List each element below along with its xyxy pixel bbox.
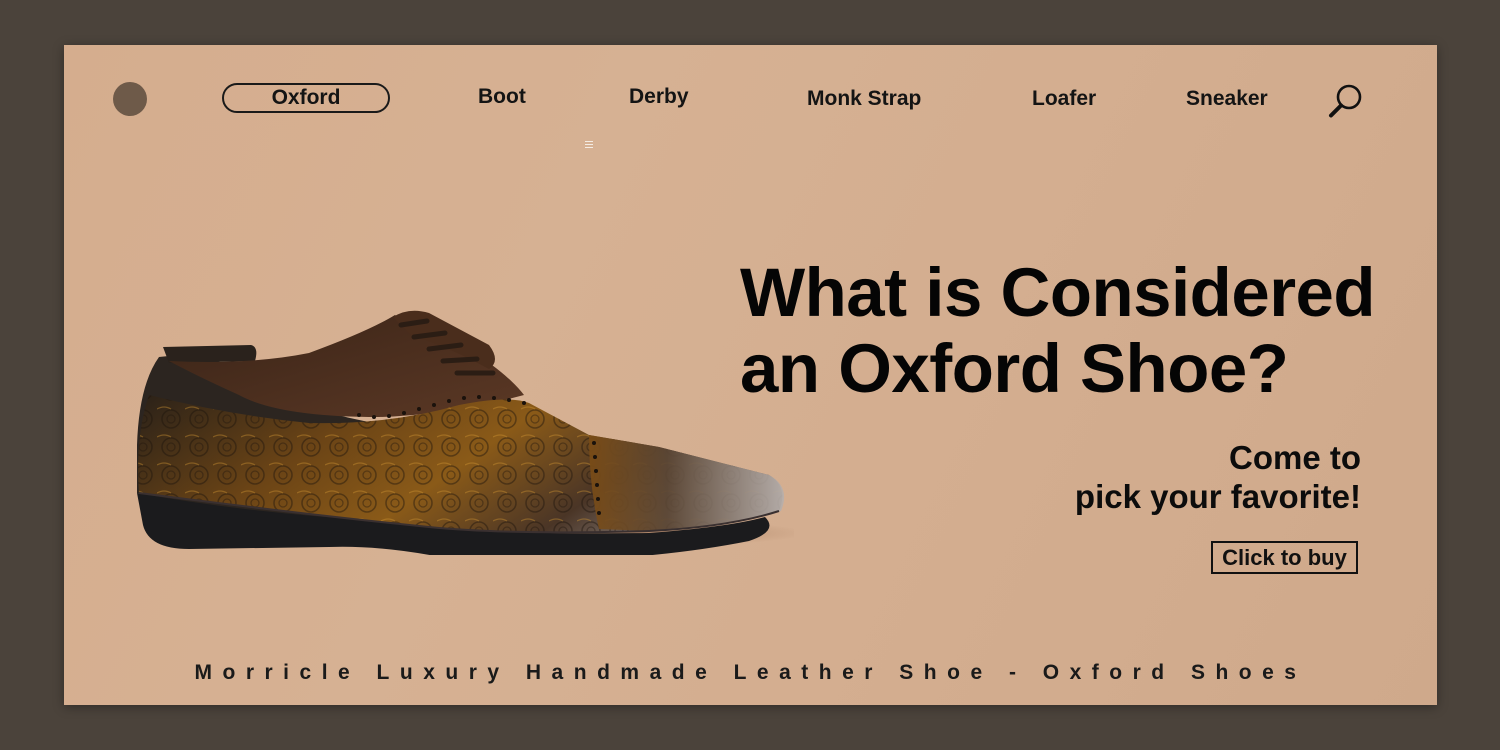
hero-title-line-2: an Oxford Shoe? — [740, 330, 1289, 407]
brand-logo[interactable] — [113, 82, 147, 116]
nav-item-boot[interactable]: Boot — [478, 85, 526, 109]
hero-subtitle: Come to pick your favorite! — [1075, 438, 1361, 516]
hero-subtitle-line-1: Come to — [1229, 439, 1361, 476]
nav-item-monk-strap[interactable]: Monk Strap — [807, 87, 921, 111]
search-icon[interactable] — [1326, 81, 1366, 121]
footer-tagline: Morricle Luxury Handmade Leather Shoe - … — [194, 661, 1307, 684]
nav-item-loafer[interactable]: Loafer — [1032, 87, 1096, 111]
nav-item-derby[interactable]: Derby — [629, 85, 689, 109]
hero-subtitle-line-2: pick your favorite! — [1074, 478, 1361, 515]
buy-button[interactable]: Click to buy — [1211, 541, 1358, 574]
hero-title: What is Considered an Oxford Shoe? — [740, 255, 1400, 407]
nav-item-oxford[interactable]: Oxford — [222, 83, 390, 113]
hero-banner: Oxford Boot Derby Monk Strap Loafer Snea… — [64, 45, 1437, 705]
oxford-shoe-image — [137, 310, 794, 555]
nav-item-sneaker[interactable]: Sneaker — [1186, 87, 1268, 111]
menu-icon[interactable] — [585, 141, 593, 149]
hero-title-line-1: What is Considered — [740, 254, 1376, 331]
